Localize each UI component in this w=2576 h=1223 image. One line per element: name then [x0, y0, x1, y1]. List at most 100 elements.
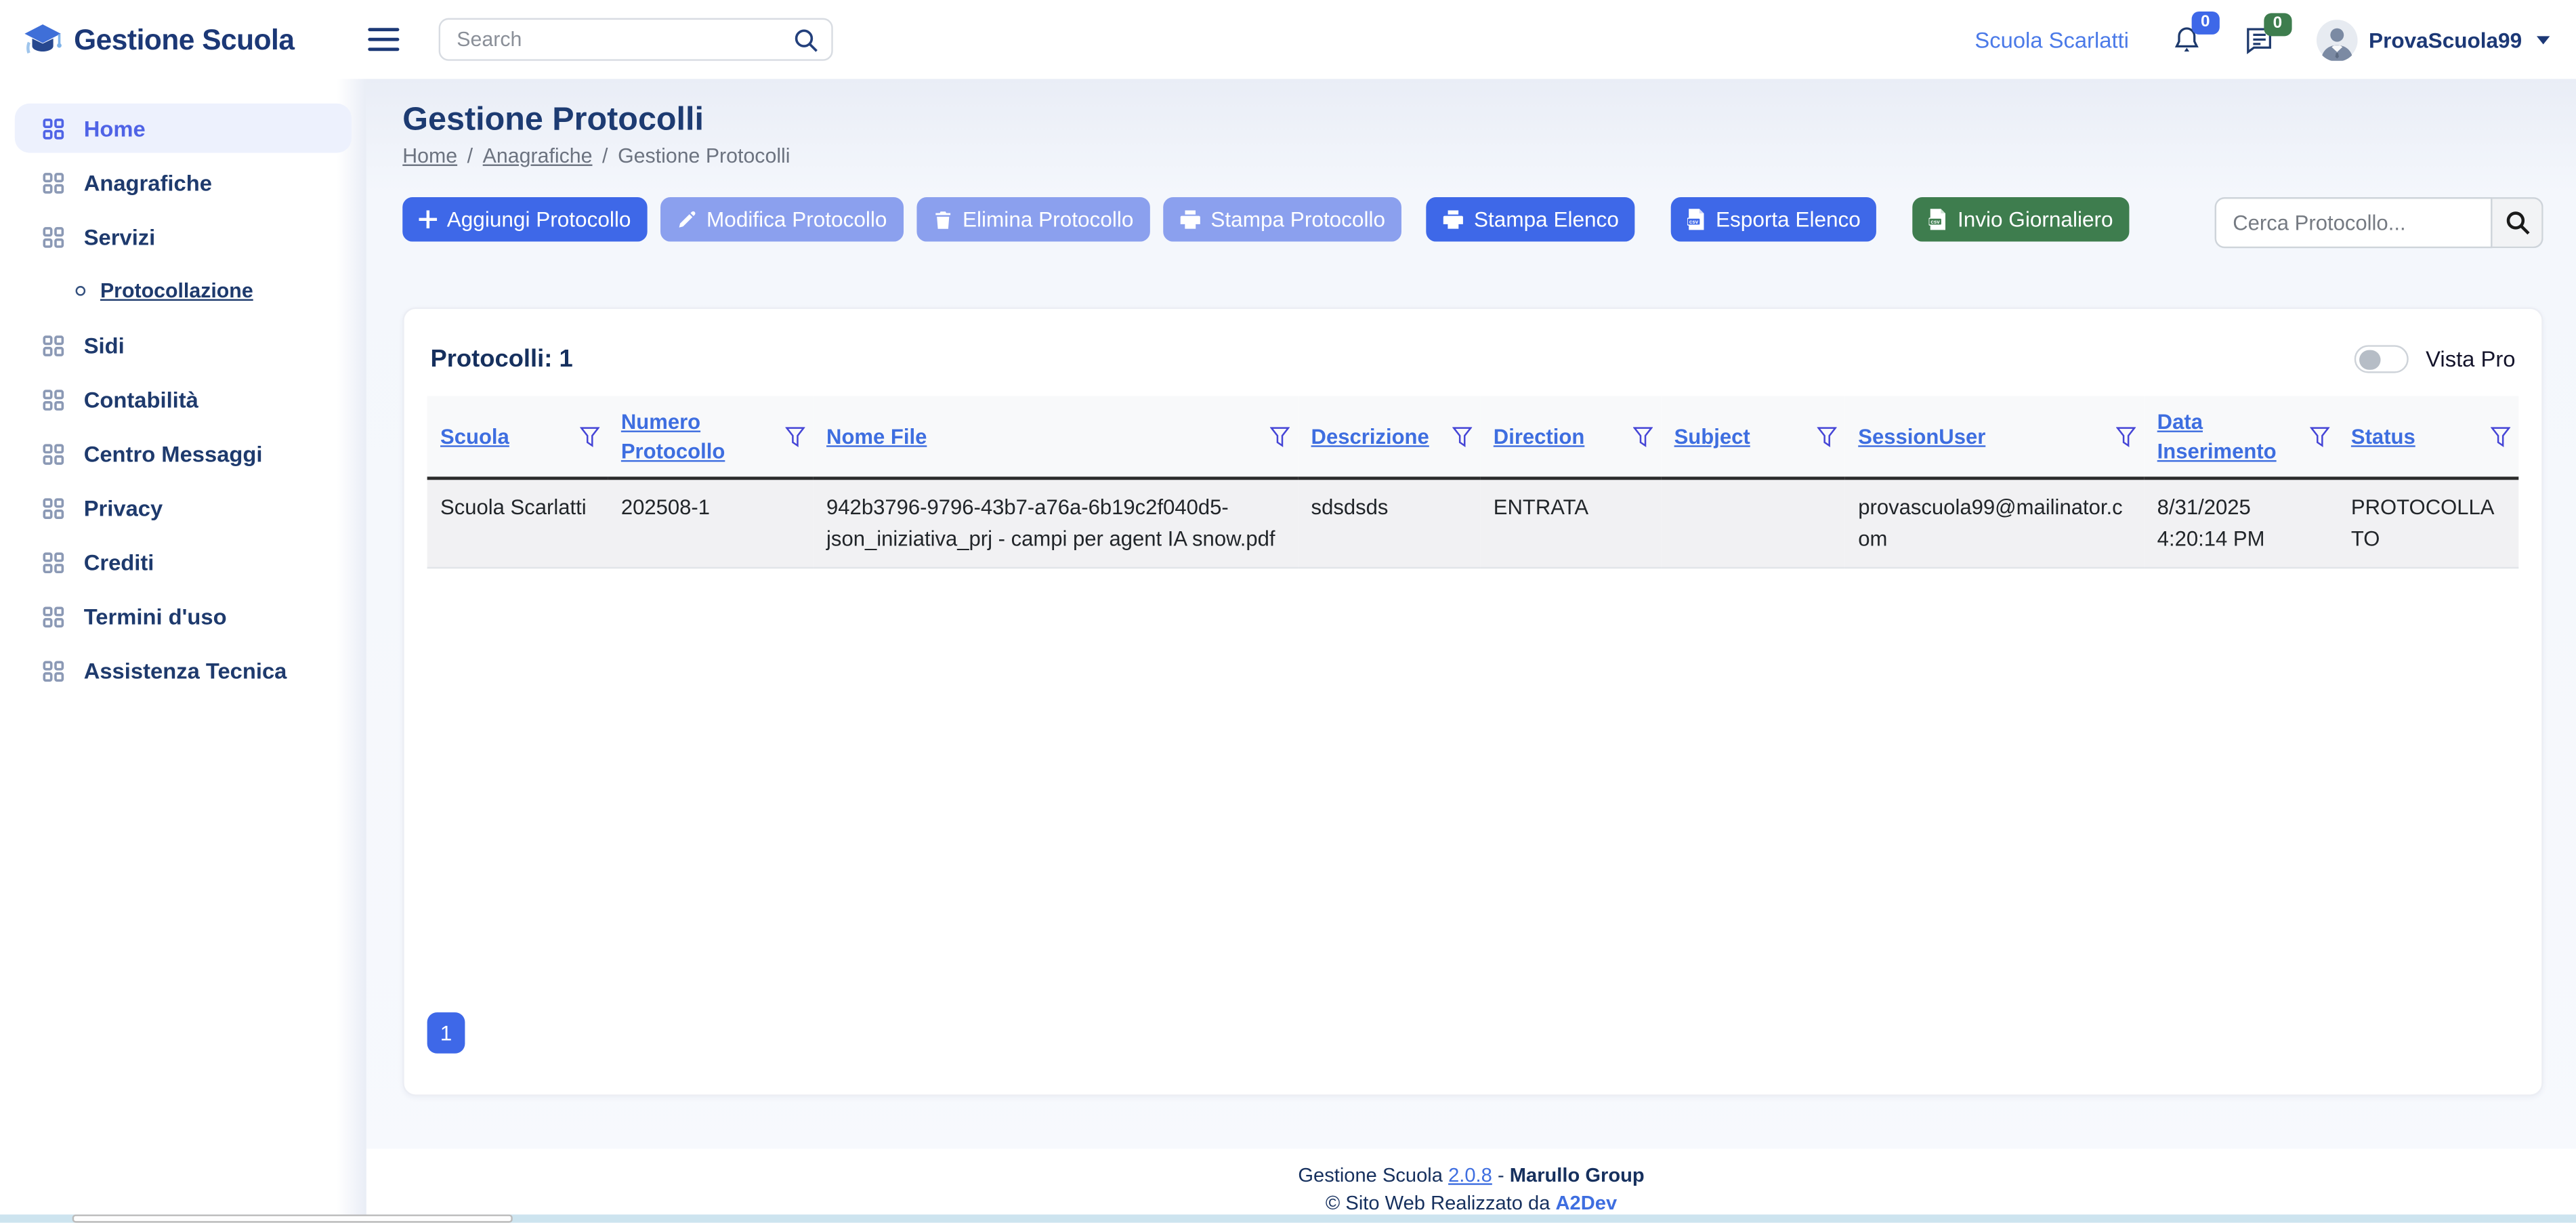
column-header-direction[interactable]: Direction [1494, 423, 1585, 448]
footer: Gestione Scuola 2.0.8 - Marullo Group © … [366, 1149, 2576, 1223]
table-row[interactable]: Scuola Scarlatti 202508-1 942b3796-9796-… [427, 478, 2519, 568]
brand[interactable]: Gestione Scuola [0, 22, 345, 58]
print-protocol-button[interactable]: Stampa Protocollo [1163, 197, 1401, 241]
filter-icon[interactable] [2491, 426, 2510, 447]
global-search [439, 18, 833, 61]
cell-descrizione: sdsdsds [1298, 478, 1480, 568]
cell-sessionuser: provascuola99@mailinator.com [1845, 478, 2144, 568]
column-header-scuola[interactable]: Scuola [440, 423, 509, 448]
search-icon[interactable] [794, 27, 818, 60]
sidebar-item-servizi[interactable]: Servizi [15, 212, 352, 262]
edit-protocol-button[interactable]: Modifica Protocollo [660, 197, 904, 241]
filter-icon[interactable] [580, 426, 599, 447]
print-list-button[interactable]: Stampa Elenco [1427, 197, 1635, 241]
menu-toggle-icon[interactable] [368, 22, 410, 58]
printer-icon [1443, 209, 1464, 229]
sidebar: Home Anagrafiche Servizi Protocollazione… [0, 79, 366, 1222]
grid-icon [43, 606, 64, 627]
sidebar-item-label: Termini d'uso [84, 604, 227, 628]
grid-icon [43, 552, 64, 573]
pencil-icon [677, 209, 696, 229]
horizontal-scrollbar[interactable] [0, 1215, 2576, 1223]
app-title: Gestione Scuola [74, 22, 294, 57]
plus-icon [419, 210, 438, 228]
filter-icon[interactable] [1270, 426, 1290, 447]
filter-icon[interactable] [1452, 426, 1472, 447]
sidebar-item-anagrafiche[interactable]: Anagrafiche [15, 158, 352, 207]
notifications-button[interactable]: 0 [2172, 24, 2201, 55]
column-header-sessionuser[interactable]: SessionUser [1858, 423, 1985, 448]
column-header-status[interactable]: Status [2351, 423, 2415, 448]
cell-nome-file: 942b3796-9796-43b7-a76a-6b19c2f040d5-jso… [814, 478, 1298, 568]
column-header-subject[interactable]: Subject [1674, 423, 1750, 448]
column-header-data-inserimento[interactable]: Data Inserimento [2157, 410, 2277, 463]
sidebar-item-termini-duso[interactable]: Termini d'uso [15, 592, 352, 641]
filter-icon[interactable] [1817, 426, 1837, 447]
toolbar: Aggiungi Protocollo Modifica Protocollo … [402, 197, 2543, 248]
page-1-button[interactable]: 1 [427, 1012, 465, 1054]
svg-text:csv: csv [1932, 219, 1941, 225]
scrollbar-thumb[interactable] [72, 1215, 513, 1223]
sidebar-item-privacy[interactable]: Privacy [15, 483, 352, 533]
cell-scuola: Scuola Scarlatti [427, 478, 608, 568]
protocol-search-input[interactable] [2215, 197, 2493, 248]
global-search-input[interactable] [439, 18, 833, 61]
export-list-button[interactable]: csv Esporta Elenco [1671, 197, 1877, 241]
bullet-circle-icon [76, 286, 86, 296]
sidebar-item-label: Contabilità [84, 387, 198, 411]
screenshot-stage: Gestione Scuola Scuola Scarlatti 0 [0, 0, 2576, 1223]
column-header-numero-protocollo[interactable]: Numero Protocollo [621, 410, 725, 463]
grid-icon [43, 226, 64, 248]
filter-icon[interactable] [2310, 426, 2329, 447]
credits-link[interactable]: A2Dev [1556, 1192, 1618, 1215]
sidebar-subitem-protocollazione[interactable]: Protocollazione [15, 266, 352, 316]
vista-pro-label: Vista Pro [2426, 347, 2515, 371]
sidebar-item-centro-messaggi[interactable]: Centro Messaggi [15, 429, 352, 478]
file-csv-icon: csv [1688, 209, 1706, 230]
filter-icon[interactable] [2116, 426, 2136, 447]
column-header-descrizione[interactable]: Descrizione [1311, 423, 1429, 448]
table-header-row: Scuola Numero Protocollo Nome File Descr… [427, 396, 2519, 478]
breadcrumb-current: Gestione Protocolli [618, 144, 790, 167]
sidebar-item-crediti[interactable]: Crediti [15, 537, 352, 587]
delete-protocol-button[interactable]: Elimina Protocollo [916, 197, 1150, 241]
daily-send-button[interactable]: csv Invio Giornaliero [1913, 197, 2129, 241]
vista-pro-toggle[interactable] [2355, 345, 2409, 373]
pagination: 1 [427, 1012, 2519, 1054]
user-menu[interactable]: ProvaScuola99 [2316, 19, 2550, 60]
sidebar-item-assistenza-tecnica[interactable]: Assistenza Tecnica [15, 646, 352, 695]
grid-icon [43, 660, 64, 682]
cell-subject [1661, 478, 1845, 568]
filter-icon[interactable] [785, 426, 805, 447]
app-window: Gestione Scuola Scuola Scarlatti 0 [0, 0, 2576, 1223]
topbar: Gestione Scuola Scuola Scarlatti 0 [0, 0, 2576, 79]
trash-icon [933, 209, 952, 229]
sidebar-item-contabilita[interactable]: Contabilità [15, 375, 352, 424]
avatar [2316, 19, 2357, 60]
company-name: Marullo Group [1510, 1163, 1645, 1186]
messages-button[interactable]: 0 [2244, 26, 2274, 54]
breadcrumb-anagrafiche[interactable]: Anagrafiche [483, 144, 593, 167]
footer-line-2: © Sito Web Realizzato da A2Dev [366, 1190, 2576, 1218]
protocol-search [2215, 197, 2543, 248]
cell-direction: ENTRATA [1480, 478, 1661, 568]
version-link[interactable]: 2.0.8 [1448, 1163, 1492, 1186]
printer-icon [1179, 209, 1201, 229]
filter-icon[interactable] [1633, 426, 1653, 447]
graduation-cap-icon [23, 22, 62, 58]
sidebar-item-home[interactable]: Home [15, 104, 352, 153]
school-link[interactable]: Scuola Scarlatti [1975, 27, 2129, 51]
grid-icon [43, 335, 64, 356]
protocols-card: Protocolli: 1 Vista Pro Scuola [402, 308, 2543, 1096]
column-header-nome-file[interactable]: Nome File [826, 423, 927, 448]
file-csv-icon: csv [1930, 209, 1948, 230]
topbar-right: Scuola Scarlatti 0 0 [1975, 19, 2576, 60]
sidebar-subitem-label[interactable]: Protocollazione [100, 279, 253, 302]
sidebar-item-label: Servizi [84, 224, 156, 249]
add-protocol-button[interactable]: Aggiungi Protocollo [402, 197, 647, 241]
breadcrumb-home[interactable]: Home [402, 144, 457, 167]
sidebar-item-sidi[interactable]: Sidi [15, 320, 352, 370]
breadcrumb: Home / Anagrafiche / Gestione Protocolli [402, 144, 2543, 167]
protocol-search-button[interactable] [2492, 197, 2543, 248]
grid-icon [43, 389, 64, 411]
